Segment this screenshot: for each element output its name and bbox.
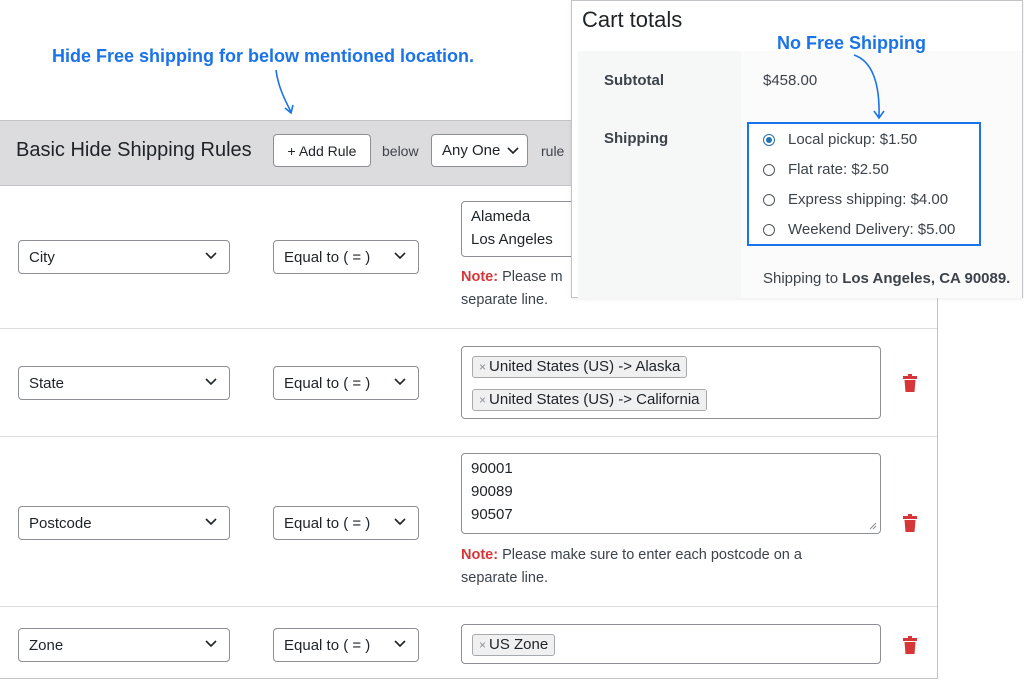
chevron-down-icon bbox=[394, 518, 406, 526]
remove-chip-icon[interactable]: × bbox=[479, 636, 486, 654]
field-select-value: Postcode bbox=[29, 514, 92, 532]
below-text: below bbox=[382, 143, 419, 159]
add-rule-button[interactable]: + Add Rule bbox=[273, 134, 371, 167]
shipping-option-label: Weekend Delivery: $5.00 bbox=[788, 221, 956, 238]
subtotal-value: $458.00 bbox=[763, 72, 818, 89]
field-select-value: City bbox=[29, 248, 55, 266]
state-multiselect[interactable]: × United States (US) -> Alaska × United St… bbox=[461, 346, 881, 419]
shipping-option-label: Local pickup: $1.50 bbox=[788, 131, 918, 148]
chevron-down-icon bbox=[507, 147, 519, 155]
field-select-state[interactable]: State bbox=[18, 366, 230, 400]
shipping-option[interactable]: Weekend Delivery: $5.00 bbox=[763, 221, 955, 238]
chip-label: United States (US) -> California bbox=[489, 391, 700, 408]
rules-title: Basic Hide Shipping Rules bbox=[16, 139, 252, 161]
chip-label: United States (US) -> Alaska bbox=[489, 358, 681, 375]
selected-chip[interactable]: × United States (US) -> California bbox=[472, 389, 707, 411]
chevron-down-icon bbox=[205, 252, 217, 260]
shipping-option-label: Flat rate: $2.50 bbox=[788, 161, 889, 178]
chevron-down-icon bbox=[205, 378, 217, 386]
remove-chip-icon[interactable]: × bbox=[479, 391, 486, 409]
resize-handle-icon[interactable] bbox=[869, 522, 877, 530]
rule-text: rule bbox=[541, 143, 565, 159]
field-select-value: State bbox=[29, 374, 65, 392]
trash-icon[interactable] bbox=[903, 374, 917, 392]
field-select-postcode[interactable]: Postcode bbox=[18, 506, 230, 540]
note-text: Please make sure to enter each postcode … bbox=[502, 547, 802, 563]
operator-select-zone[interactable]: Equal to ( = ) bbox=[273, 628, 419, 662]
shipping-destination: Shipping to Los Angeles, CA 90089. bbox=[763, 270, 1010, 287]
shipping-options-box: Local pickup: $1.50 Flat rate: $2.50 Exp… bbox=[747, 122, 981, 246]
selected-chip[interactable]: × US Zone bbox=[472, 634, 556, 656]
note-text-line2: separate line. bbox=[461, 570, 549, 586]
radio-button[interactable] bbox=[763, 163, 775, 176]
rule-row-postcode: Postcode Equal to ( = ) 90001 90089 9050… bbox=[0, 437, 937, 606]
shipping-option[interactable]: Local pickup: $1.50 bbox=[763, 131, 917, 148]
annotation-no-free-shipping: No Free Shipping bbox=[777, 33, 927, 53]
rule-row-state: State Equal to ( = ) × United States (US)… bbox=[0, 329, 937, 436]
match-select[interactable]: Any One bbox=[431, 134, 528, 167]
cart-totals-title: Cart totals bbox=[582, 7, 683, 32]
zone-multiselect[interactable]: × US Zone bbox=[461, 624, 881, 664]
note-label: Note: bbox=[461, 269, 499, 285]
postcode-textarea[interactable]: 90001 90089 90507 bbox=[461, 453, 881, 534]
chip-label: US Zone bbox=[489, 636, 549, 653]
shipping-option-label: Express shipping: $4.00 bbox=[788, 191, 949, 208]
note-text: Please m bbox=[502, 269, 563, 285]
operator-select-state[interactable]: Equal to ( = ) bbox=[273, 366, 419, 400]
chevron-down-icon bbox=[394, 252, 406, 260]
field-select-zone[interactable]: Zone bbox=[18, 628, 230, 662]
field-select-city[interactable]: City bbox=[18, 240, 230, 274]
cart-totals-panel: Cart totals No Free Shipping Subtotal $4… bbox=[571, 0, 1023, 298]
shipping-option[interactable]: Express shipping: $4.00 bbox=[763, 191, 948, 208]
note-label: Note: bbox=[461, 547, 499, 563]
radio-button[interactable] bbox=[763, 193, 775, 206]
shipping-option[interactable]: Flat rate: $2.50 bbox=[763, 161, 889, 178]
operator-select-postcode[interactable]: Equal to ( = ) bbox=[273, 506, 419, 540]
selected-chip[interactable]: × United States (US) -> Alaska bbox=[472, 356, 688, 378]
annotation-arrow bbox=[275, 69, 294, 115]
textarea-line: 90089 bbox=[471, 483, 513, 500]
annotation-arrow bbox=[853, 54, 885, 120]
chevron-down-icon bbox=[394, 378, 406, 386]
trash-icon[interactable] bbox=[903, 636, 917, 654]
shipping-label: Shipping bbox=[604, 130, 669, 147]
trash-icon[interactable] bbox=[903, 514, 917, 532]
subtotal-label: Subtotal bbox=[604, 72, 664, 89]
field-select-value: Zone bbox=[29, 636, 64, 654]
shipping-to-location: Los Angeles, CA 90089. bbox=[842, 270, 1011, 287]
chevron-down-icon bbox=[205, 640, 217, 648]
remove-chip-icon[interactable]: × bbox=[479, 358, 486, 376]
operator-select-value: Equal to ( = ) bbox=[284, 514, 371, 532]
radio-button-selected[interactable] bbox=[763, 133, 775, 146]
textarea-line: 90001 bbox=[471, 460, 513, 477]
chevron-down-icon bbox=[205, 518, 217, 526]
textarea-line: 90507 bbox=[471, 506, 513, 523]
operator-select-city[interactable]: Equal to ( = ) bbox=[273, 240, 419, 274]
shipping-to-prefix: Shipping to bbox=[763, 270, 839, 287]
rule-row-zone: Zone Equal to ( = ) × US Zone bbox=[0, 607, 937, 680]
postcode-note: Note: Please make sure to enter each pos… bbox=[461, 544, 881, 590]
operator-select-value: Equal to ( = ) bbox=[284, 248, 371, 266]
radio-button[interactable] bbox=[763, 223, 775, 236]
operator-select-value: Equal to ( = ) bbox=[284, 636, 371, 654]
chevron-down-icon bbox=[394, 640, 406, 648]
operator-select-value: Equal to ( = ) bbox=[284, 374, 371, 392]
annotation-hide-free-shipping: Hide Free shipping for below mentioned l… bbox=[52, 46, 475, 66]
match-select-value: Any One bbox=[442, 142, 501, 159]
